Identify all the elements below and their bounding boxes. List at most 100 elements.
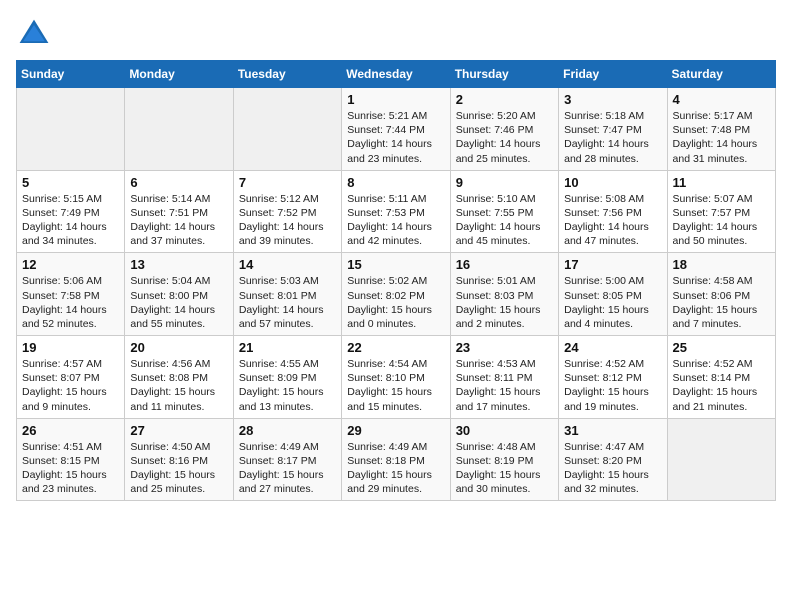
calendar-header: SundayMondayTuesdayWednesdayThursdayFrid… bbox=[17, 61, 776, 88]
calendar-table: SundayMondayTuesdayWednesdayThursdayFrid… bbox=[16, 60, 776, 501]
calendar-cell bbox=[667, 418, 775, 501]
logo-icon bbox=[16, 16, 52, 52]
calendar-cell: 23Sunrise: 4:53 AM Sunset: 8:11 PM Dayli… bbox=[450, 336, 558, 419]
calendar-cell: 2Sunrise: 5:20 AM Sunset: 7:46 PM Daylig… bbox=[450, 88, 558, 171]
day-number: 2 bbox=[456, 92, 553, 107]
day-number: 5 bbox=[22, 175, 119, 190]
day-number: 12 bbox=[22, 257, 119, 272]
calendar-cell bbox=[125, 88, 233, 171]
weekday-header: Friday bbox=[559, 61, 667, 88]
calendar-cell: 13 Sunrise: 5:04 AM Sunset: 8:00 PM Dayli… bbox=[125, 253, 233, 336]
day-number: 13 bbox=[130, 257, 227, 272]
calendar-cell: 17 Sunrise: 5:00 AM Sunset: 8:05 PM Dayli… bbox=[559, 253, 667, 336]
cell-info: Sunrise: 5:18 AM Sunset: 7:47 PM Dayligh… bbox=[564, 109, 661, 166]
calendar-cell: 1 Sunrise: 5:21 AM Sunset: 7:44 PM Daylig… bbox=[342, 88, 450, 171]
calendar-week-row: 26Sunrise: 4:51 AM Sunset: 8:15 PM Dayli… bbox=[17, 418, 776, 501]
cell-info: Sunrise: 5:02 AM Sunset: 8:02 PM Dayligh… bbox=[347, 274, 444, 331]
calendar-cell: 5 Sunrise: 5:15 AM Sunset: 7:49 PM Daylig… bbox=[17, 170, 125, 253]
logo bbox=[16, 16, 56, 52]
day-number: 23 bbox=[456, 340, 553, 355]
day-number: 10 bbox=[564, 175, 661, 190]
cell-info: Sunrise: 4:47 AM Sunset: 8:20 PM Dayligh… bbox=[564, 440, 661, 497]
cell-info: Sunrise: 5:11 AM Sunset: 7:53 PM Dayligh… bbox=[347, 192, 444, 249]
calendar-cell: 11Sunrise: 5:07 AM Sunset: 7:57 PM Dayli… bbox=[667, 170, 775, 253]
day-number: 16 bbox=[456, 257, 553, 272]
cell-info: Sunrise: 4:58 AM Sunset: 8:06 PM Dayligh… bbox=[673, 274, 770, 331]
cell-info: Sunrise: 4:52 AM Sunset: 8:12 PM Dayligh… bbox=[564, 357, 661, 414]
calendar-week-row: 12Sunrise: 5:06 AM Sunset: 7:58 PM Dayli… bbox=[17, 253, 776, 336]
day-number: 31 bbox=[564, 423, 661, 438]
cell-info: Sunrise: 5:03 AM Sunset: 8:01 PM Dayligh… bbox=[239, 274, 336, 331]
weekday-header: Tuesday bbox=[233, 61, 341, 88]
day-number: 29 bbox=[347, 423, 444, 438]
cell-info: Sunrise: 5:14 AM Sunset: 7:51 PM Dayligh… bbox=[130, 192, 227, 249]
calendar-cell: 6 Sunrise: 5:14 AM Sunset: 7:51 PM Daylig… bbox=[125, 170, 233, 253]
weekday-header: Sunday bbox=[17, 61, 125, 88]
cell-info: Sunrise: 4:55 AM Sunset: 8:09 PM Dayligh… bbox=[239, 357, 336, 414]
calendar-body: 1 Sunrise: 5:21 AM Sunset: 7:44 PM Daylig… bbox=[17, 88, 776, 501]
calendar-cell: 9 Sunrise: 5:10 AM Sunset: 7:55 PM Daylig… bbox=[450, 170, 558, 253]
day-number: 27 bbox=[130, 423, 227, 438]
day-number: 14 bbox=[239, 257, 336, 272]
day-number: 19 bbox=[22, 340, 119, 355]
cell-info: Sunrise: 4:57 AM Sunset: 8:07 PM Dayligh… bbox=[22, 357, 119, 414]
calendar-cell: 12Sunrise: 5:06 AM Sunset: 7:58 PM Dayli… bbox=[17, 253, 125, 336]
cell-info: Sunrise: 4:56 AM Sunset: 8:08 PM Dayligh… bbox=[130, 357, 227, 414]
calendar-week-row: 19 Sunrise: 4:57 AM Sunset: 8:07 PM Dayli… bbox=[17, 336, 776, 419]
day-number: 6 bbox=[130, 175, 227, 190]
calendar-cell: 16 Sunrise: 5:01 AM Sunset: 8:03 PM Dayli… bbox=[450, 253, 558, 336]
calendar-cell: 7 Sunrise: 5:12 AM Sunset: 7:52 PM Daylig… bbox=[233, 170, 341, 253]
cell-info: Sunrise: 5:15 AM Sunset: 7:49 PM Dayligh… bbox=[22, 192, 119, 249]
page-header bbox=[16, 16, 776, 52]
cell-info: Sunrise: 4:54 AM Sunset: 8:10 PM Dayligh… bbox=[347, 357, 444, 414]
calendar-cell: 10 Sunrise: 5:08 AM Sunset: 7:56 PM Dayli… bbox=[559, 170, 667, 253]
day-number: 21 bbox=[239, 340, 336, 355]
day-number: 15 bbox=[347, 257, 444, 272]
weekday-header: Monday bbox=[125, 61, 233, 88]
day-number: 25 bbox=[673, 340, 770, 355]
cell-info: Sunrise: 5:17 AM Sunset: 7:48 PM Dayligh… bbox=[673, 109, 770, 166]
cell-info: Sunrise: 5:12 AM Sunset: 7:52 PM Dayligh… bbox=[239, 192, 336, 249]
cell-info: Sunrise: 4:48 AM Sunset: 8:19 PM Dayligh… bbox=[456, 440, 553, 497]
calendar-cell: 24 Sunrise: 4:52 AM Sunset: 8:12 PM Dayli… bbox=[559, 336, 667, 419]
day-number: 9 bbox=[456, 175, 553, 190]
calendar-cell: 31 Sunrise: 4:47 AM Sunset: 8:20 PM Dayli… bbox=[559, 418, 667, 501]
calendar-week-row: 1 Sunrise: 5:21 AM Sunset: 7:44 PM Daylig… bbox=[17, 88, 776, 171]
cell-info: Sunrise: 5:04 AM Sunset: 8:00 PM Dayligh… bbox=[130, 274, 227, 331]
cell-info: Sunrise: 5:00 AM Sunset: 8:05 PM Dayligh… bbox=[564, 274, 661, 331]
weekday-header: Thursday bbox=[450, 61, 558, 88]
calendar-cell: 28Sunrise: 4:49 AM Sunset: 8:17 PM Dayli… bbox=[233, 418, 341, 501]
calendar-cell: 30 Sunrise: 4:48 AM Sunset: 8:19 PM Dayli… bbox=[450, 418, 558, 501]
cell-info: Sunrise: 5:08 AM Sunset: 7:56 PM Dayligh… bbox=[564, 192, 661, 249]
calendar-cell: 19 Sunrise: 4:57 AM Sunset: 8:07 PM Dayli… bbox=[17, 336, 125, 419]
day-number: 28 bbox=[239, 423, 336, 438]
calendar-week-row: 5 Sunrise: 5:15 AM Sunset: 7:49 PM Daylig… bbox=[17, 170, 776, 253]
calendar-cell: 4Sunrise: 5:17 AM Sunset: 7:48 PM Daylig… bbox=[667, 88, 775, 171]
calendar-cell: 25Sunrise: 4:52 AM Sunset: 8:14 PM Dayli… bbox=[667, 336, 775, 419]
calendar-cell: 27 Sunrise: 4:50 AM Sunset: 8:16 PM Dayli… bbox=[125, 418, 233, 501]
day-number: 20 bbox=[130, 340, 227, 355]
cell-info: Sunrise: 5:07 AM Sunset: 7:57 PM Dayligh… bbox=[673, 192, 770, 249]
cell-info: Sunrise: 5:01 AM Sunset: 8:03 PM Dayligh… bbox=[456, 274, 553, 331]
cell-info: Sunrise: 4:49 AM Sunset: 8:18 PM Dayligh… bbox=[347, 440, 444, 497]
calendar-cell: 29 Sunrise: 4:49 AM Sunset: 8:18 PM Dayli… bbox=[342, 418, 450, 501]
day-number: 30 bbox=[456, 423, 553, 438]
cell-info: Sunrise: 5:10 AM Sunset: 7:55 PM Dayligh… bbox=[456, 192, 553, 249]
calendar-cell: 14 Sunrise: 5:03 AM Sunset: 8:01 PM Dayli… bbox=[233, 253, 341, 336]
calendar-cell: 20 Sunrise: 4:56 AM Sunset: 8:08 PM Dayli… bbox=[125, 336, 233, 419]
calendar-cell bbox=[233, 88, 341, 171]
cell-info: Sunrise: 4:50 AM Sunset: 8:16 PM Dayligh… bbox=[130, 440, 227, 497]
day-number: 18 bbox=[673, 257, 770, 272]
calendar-cell: 15 Sunrise: 5:02 AM Sunset: 8:02 PM Dayli… bbox=[342, 253, 450, 336]
calendar-cell bbox=[17, 88, 125, 171]
calendar-cell: 18 Sunrise: 4:58 AM Sunset: 8:06 PM Dayli… bbox=[667, 253, 775, 336]
day-number: 26 bbox=[22, 423, 119, 438]
day-number: 24 bbox=[564, 340, 661, 355]
day-number: 7 bbox=[239, 175, 336, 190]
cell-info: Sunrise: 5:21 AM Sunset: 7:44 PM Dayligh… bbox=[347, 109, 444, 166]
day-number: 22 bbox=[347, 340, 444, 355]
day-number: 1 bbox=[347, 92, 444, 107]
weekday-header: Saturday bbox=[667, 61, 775, 88]
calendar-cell: 21 Sunrise: 4:55 AM Sunset: 8:09 PM Dayli… bbox=[233, 336, 341, 419]
day-number: 17 bbox=[564, 257, 661, 272]
